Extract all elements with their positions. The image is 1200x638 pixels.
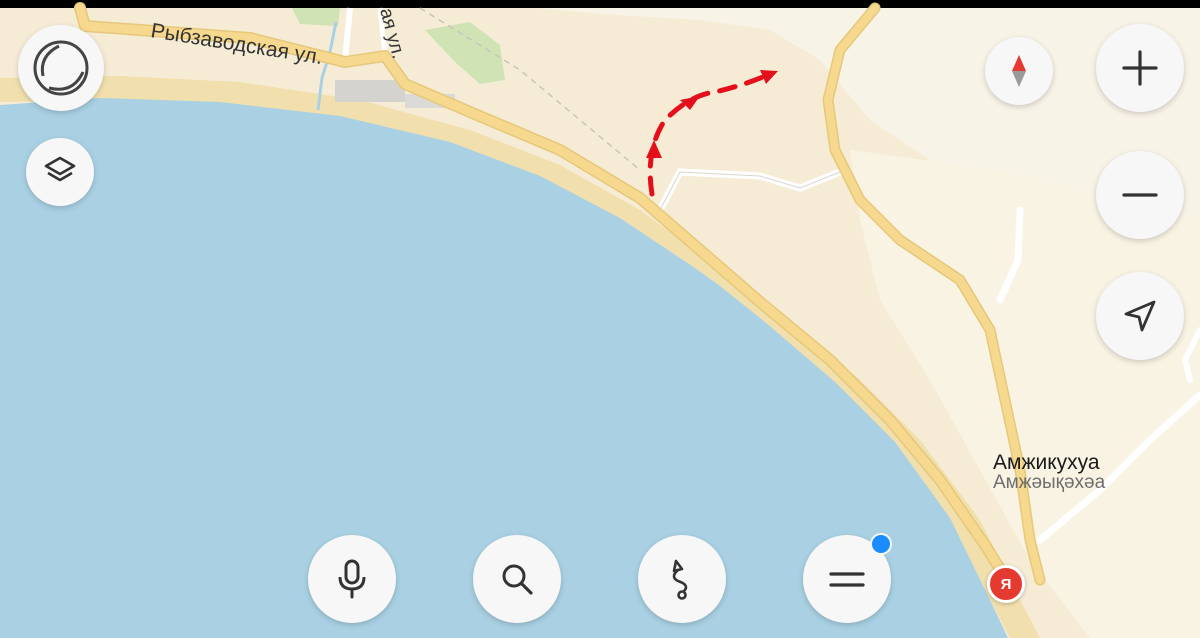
layers-button[interactable] <box>26 138 94 206</box>
microphone-icon <box>338 559 366 599</box>
profile-button[interactable] <box>18 25 104 111</box>
yandex-pin[interactable]: Я <box>987 565 1025 603</box>
zoom-out-button[interactable] <box>1096 151 1184 239</box>
place-label-alt: Амжәықәхәа <box>993 472 1106 493</box>
search-icon <box>502 564 533 595</box>
menu-icon <box>829 572 865 587</box>
notification-dot <box>870 533 892 555</box>
minus-icon <box>1122 193 1158 197</box>
zoom-in-button[interactable] <box>1096 24 1184 112</box>
profile-circle-icon <box>33 40 89 96</box>
search-button[interactable] <box>473 535 561 623</box>
routes-button[interactable] <box>638 535 726 623</box>
navigation-arrow-icon <box>1124 300 1156 332</box>
my-location-button[interactable] <box>1096 272 1184 360</box>
layers-icon <box>44 156 76 182</box>
compass-icon <box>1012 55 1026 87</box>
route-icon <box>672 559 688 600</box>
voice-button[interactable] <box>308 535 396 623</box>
plus-icon <box>1122 50 1158 86</box>
compass-button[interactable] <box>985 37 1053 105</box>
